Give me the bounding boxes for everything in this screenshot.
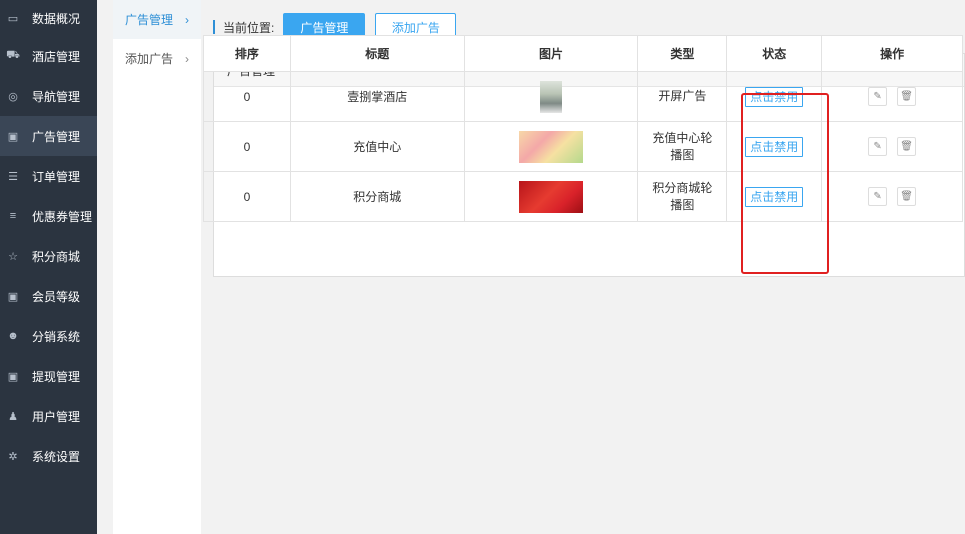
sidebar-item-settings[interactable]: ✲ 系统设置	[0, 436, 97, 476]
sidebar: ▭ 数据概况 ⛟ 酒店管理 ◎ 导航管理 ▣ 广告管理 ☰ 订单管理 ≡ 优惠券管理 ☆ 积分…	[0, 0, 97, 534]
chevron-right-icon: ›	[185, 51, 189, 66]
sidebar-item-distribution[interactable]: ☻ 分销系统	[0, 316, 97, 356]
sidebar-item-navigation[interactable]: ◎ 导航管理	[0, 76, 97, 116]
ad-thumbnail[interactable]	[518, 130, 583, 163]
cell-order: 0	[203, 171, 291, 222]
compass-icon: ◎	[8, 90, 18, 103]
column-header-order: 排序	[203, 35, 291, 72]
column-header-image: 图片	[463, 35, 639, 72]
dashboard-icon: ▭	[7, 12, 19, 25]
sidebar-item-label: 系统设置	[32, 449, 81, 464]
table-row: 0 充值中心 充值中心轮播图 点击禁用 ✎ 🗑	[203, 121, 963, 172]
cell-order: 0	[203, 71, 291, 122]
sidebar-item-label: 广告管理	[32, 129, 81, 144]
type-text: 开屏广告	[658, 89, 707, 103]
column-header-status: 状态	[726, 35, 823, 72]
cell-type: 充值中心轮播图	[637, 121, 728, 172]
type-text: 积分商城轮播图	[652, 180, 713, 212]
disable-button[interactable]: 点击禁用	[745, 136, 804, 157]
money-icon: ▣	[7, 290, 19, 303]
submenu-item-add-ad[interactable]: 添加广告 ›	[113, 39, 201, 78]
cell-title: 壹捌掌酒店	[289, 71, 465, 122]
sidebar-item-label: 数据概况	[32, 11, 81, 26]
users-icon: ☻	[7, 330, 19, 342]
table-row: 0 壹捌掌酒店 开屏广告 点击禁用 ✎ 🗑	[203, 71, 963, 122]
sidebar-item-withdraw[interactable]: ▣ 提现管理	[0, 356, 97, 396]
cell-image	[463, 171, 639, 222]
trash-icon[interactable]: 🗑	[897, 87, 917, 106]
server-icon: ☰	[8, 170, 18, 183]
main-content: 当前位置: 广告管理 添加广告 广告管理 排序 标题 图片 类型 状态 操作	[201, 0, 965, 534]
sidebar-item-dashboard[interactable]: ▭ 数据概况	[0, 0, 97, 36]
table-header-row: 排序 标题 图片 类型 状态 操作	[203, 35, 963, 72]
sidebar-item-points-mall[interactable]: ☆ 积分商城	[0, 236, 97, 276]
cell-actions: ✎ 🗑	[821, 171, 963, 222]
breadcrumb-marker	[213, 20, 215, 34]
sidebar-item-ads[interactable]: ▣ 广告管理	[0, 116, 97, 156]
submenu-item-label: 广告管理	[125, 13, 174, 27]
column-header-type: 类型	[637, 35, 728, 72]
edit-pencil-icon[interactable]: ✎	[868, 137, 888, 156]
sidebar-item-orders[interactable]: ☰ 订单管理	[0, 156, 97, 196]
sidebar-item-label: 优惠券管理	[32, 209, 93, 224]
cell-status: 点击禁用	[726, 171, 823, 222]
cell-image	[463, 71, 639, 122]
cell-status: 点击禁用	[726, 121, 823, 172]
submenu: 广告管理 › 添加广告 ›	[113, 0, 201, 534]
trash-icon[interactable]: 🗑	[897, 137, 917, 156]
disable-button[interactable]: 点击禁用	[745, 186, 804, 207]
sidebar-item-label: 分销系统	[32, 329, 81, 344]
cell-type: 积分商城轮播图	[637, 171, 728, 222]
sidebar-item-label: 酒店管理	[32, 49, 81, 64]
cell-type: 开屏广告	[637, 71, 728, 122]
cell-actions: ✎ 🗑	[821, 121, 963, 172]
submenu-item-label: 添加广告	[125, 52, 174, 66]
breadcrumb-label: 当前位置:	[223, 20, 275, 35]
column-header-title: 标题	[289, 35, 465, 72]
cell-title: 充值中心	[289, 121, 465, 172]
star-icon: ☆	[8, 250, 18, 263]
sidebar-item-coupons[interactable]: ≡ 优惠券管理	[0, 196, 97, 236]
sidebar-item-users[interactable]: ♟ 用户管理	[0, 396, 97, 436]
sidebar-item-label: 提现管理	[32, 369, 81, 384]
submenu-item-ad-management[interactable]: 广告管理 ›	[113, 0, 201, 39]
cell-title: 积分商城	[289, 171, 465, 222]
sidebar-item-hotel[interactable]: ⛟ 酒店管理	[0, 36, 97, 76]
cell-order: 0	[203, 121, 291, 172]
cell-status: 点击禁用	[726, 71, 823, 122]
column-header-actions: 操作	[821, 35, 963, 72]
disable-button[interactable]: 点击禁用	[745, 86, 804, 107]
edit-pencil-icon[interactable]: ✎	[868, 87, 888, 106]
sidebar-item-label: 订单管理	[32, 169, 81, 184]
sidebar-item-label: 用户管理	[32, 409, 81, 424]
trash-icon[interactable]: 🗑	[897, 187, 917, 206]
gear-icon: ✲	[8, 450, 18, 463]
gift-icon: ▣	[7, 130, 19, 143]
cell-actions: ✎ 🗑	[821, 71, 963, 122]
user-icon: ♟	[8, 410, 18, 423]
sidebar-item-label: 导航管理	[32, 89, 81, 104]
list-icon: ≡	[9, 210, 17, 222]
type-text: 充值中心轮播图	[652, 130, 713, 162]
table-row: 0 积分商城 积分商城轮播图 点击禁用 ✎ 🗑	[203, 171, 963, 222]
cash-icon: ▣	[7, 370, 19, 383]
sidebar-item-label: 积分商城	[32, 249, 81, 264]
edit-pencil-icon[interactable]: ✎	[868, 187, 888, 206]
ad-thumbnail[interactable]	[518, 180, 583, 213]
chevron-right-icon: ›	[185, 12, 189, 27]
cell-image	[463, 121, 639, 172]
sidebar-item-member-level[interactable]: ▣ 会员等级	[0, 276, 97, 316]
sidebar-item-label: 会员等级	[32, 289, 81, 304]
cart-icon: ⛟	[6, 49, 20, 61]
ad-table: 排序 标题 图片 类型 状态 操作 0 壹捌掌酒店 开屏广告 点击禁用 ✎ 🗑 0	[203, 35, 963, 222]
ad-thumbnail[interactable]	[539, 80, 562, 113]
